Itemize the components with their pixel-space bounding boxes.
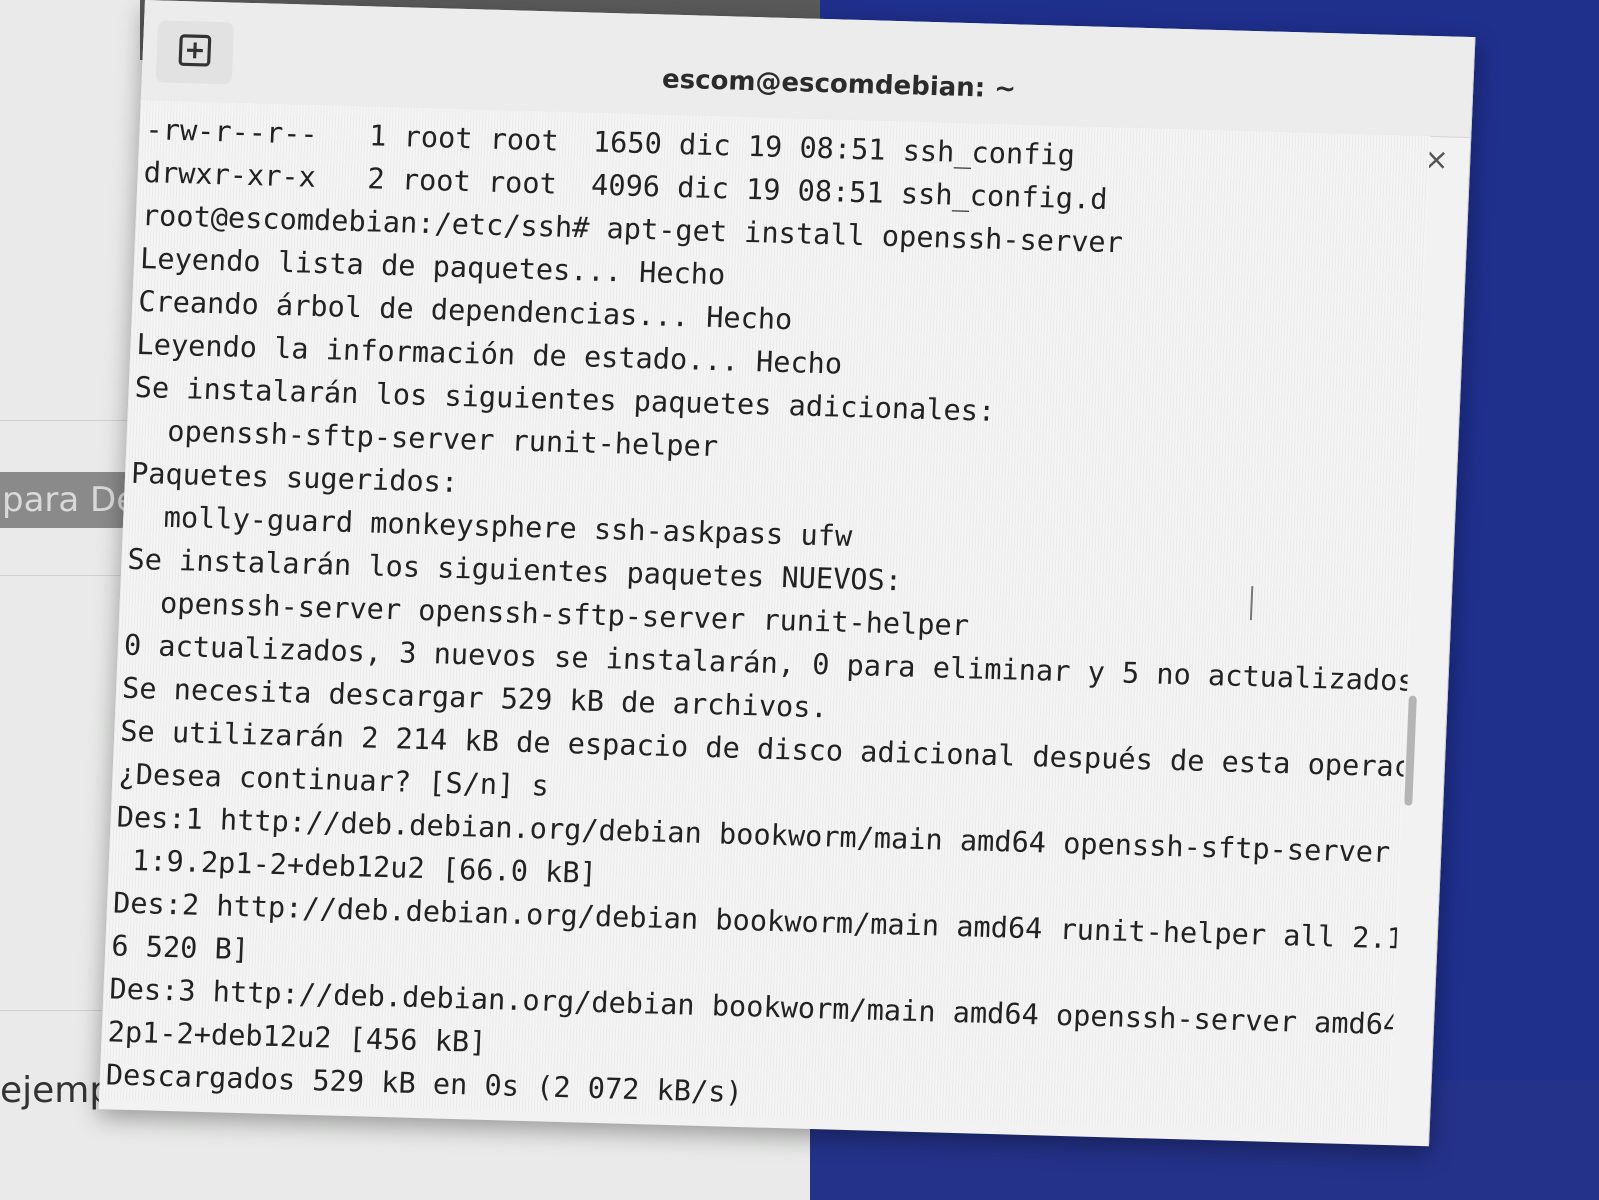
terminal-window[interactable]: escom@escomdebian: ~ -rw-r--r-- 1 root r…: [98, 0, 1476, 1147]
plus-box-icon: [175, 31, 215, 74]
new-tab-button[interactable]: [155, 20, 235, 85]
window-title: escom@escomdebian: ~: [661, 64, 1017, 105]
terminal-screen[interactable]: -rw-r--r-- 1 root root 1650 dic 19 08:51…: [98, 99, 1431, 1136]
terminal-output: -rw-r--r-- 1 root root 1650 dic 19 08:51…: [99, 100, 1430, 1135]
